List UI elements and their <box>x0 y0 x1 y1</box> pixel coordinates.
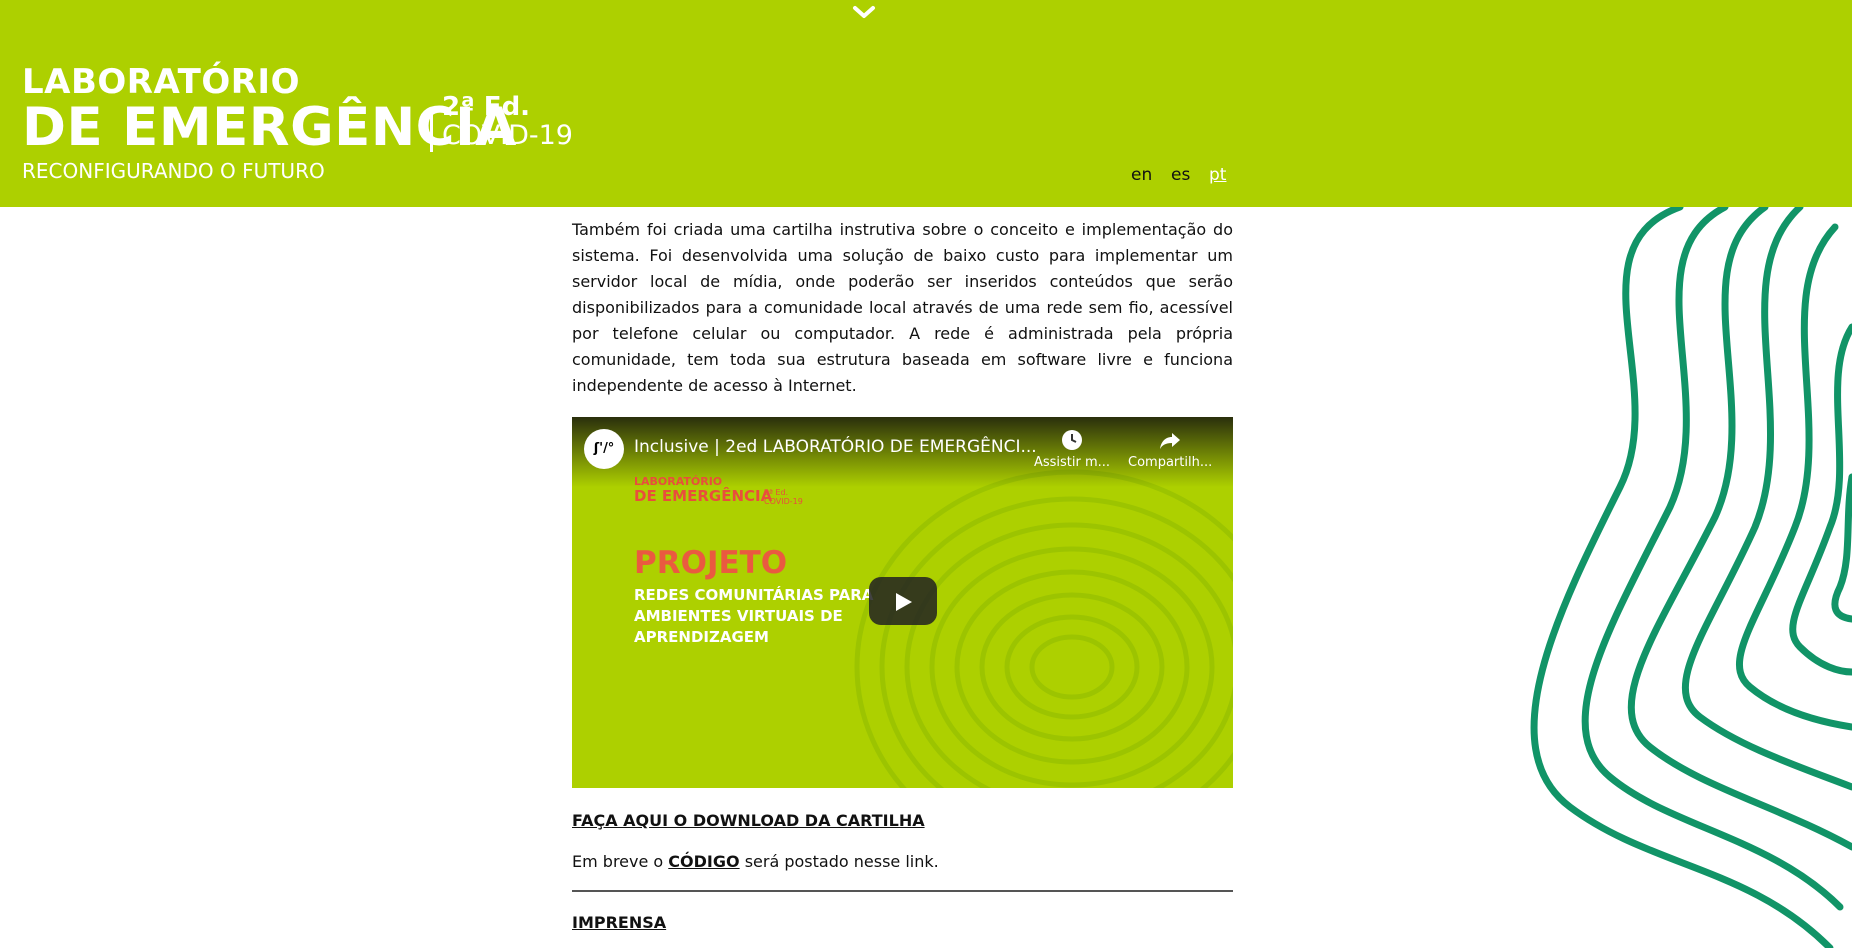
site-logo[interactable]: LABORATÓRIO DE EMERGÊNCIA 2ª Ed. COVID-1… <box>22 62 582 192</box>
play-icon <box>896 593 912 611</box>
video-title[interactable]: Inclusive | 2ed LABORATÓRIO DE EMERGÊNCI… <box>634 437 1037 457</box>
lang-en-link[interactable]: en <box>1131 165 1152 185</box>
thumb-line-2: AMBIENTES VIRTUAIS DE <box>634 607 843 625</box>
video-embed[interactable]: ʃ'/° Inclusive | 2ed LABORATÓRIO DE EMER… <box>572 417 1233 788</box>
code-suffix-text: será postado nesse link. <box>744 852 939 871</box>
play-button[interactable] <box>869 577 937 625</box>
lang-es-link[interactable]: es <box>1171 165 1190 185</box>
thumb-line-1: REDES COMUNITÁRIAS PARA <box>634 586 874 604</box>
clock-icon <box>1062 430 1082 450</box>
thumb-line-3: APRENDIZAGEM <box>634 628 769 646</box>
logo-edition: 2ª Ed. <box>442 92 531 122</box>
thumb-logo-edition: 2ª Ed. COVID-19 <box>764 488 803 506</box>
thumb-logo-line2: DE EMERGÊNCIA <box>634 487 773 505</box>
decorative-waves <box>1530 207 1852 948</box>
logo-tagline: RECONFIGURANDO O FUTURO <box>22 159 325 183</box>
watch-later-button[interactable]: Assistir m... <box>1030 429 1114 470</box>
lang-pt-link[interactable]: pt <box>1209 165 1226 185</box>
code-paragraph: Em breve o CÓDIGO será postado nesse lin… <box>572 851 1233 873</box>
watch-later-label: Assistir m... <box>1033 455 1111 470</box>
logo-line1: LABORATÓRIO <box>22 62 300 102</box>
download-cartilha-link[interactable]: FAÇA AQUI O DOWNLOAD DA CARTILHA <box>572 811 925 830</box>
thumb-heading: PROJETO <box>634 545 788 581</box>
logo-subtitle: COVID-19 <box>442 120 573 151</box>
press-paragraph: IMPRENSA <box>572 912 1233 934</box>
share-button[interactable]: Compartilh... <box>1128 429 1212 470</box>
article-paragraph: Também foi criada uma cartilha instrutiv… <box>572 220 1233 395</box>
press-link[interactable]: IMPRENSA <box>572 913 666 932</box>
site-header: LABORATÓRIO DE EMERGÊNCIA 2ª Ed. COVID-1… <box>0 0 1852 207</box>
share-icon <box>1160 433 1180 449</box>
chevron-down-icon[interactable] <box>852 3 876 23</box>
thumb-logo-subtitle: COVID-19 <box>764 497 803 506</box>
section-divider <box>572 890 1233 892</box>
code-prefix-text: Em breve o <box>572 852 664 871</box>
share-label: Compartilh... <box>1128 455 1213 470</box>
channel-avatar[interactable]: ʃ'/° <box>584 429 624 469</box>
code-link[interactable]: CÓDIGO <box>668 852 739 871</box>
download-paragraph: FAÇA AQUI O DOWNLOAD DA CARTILHA <box>572 810 1233 832</box>
article-content: Também foi criada uma cartilha instrutiv… <box>572 207 1233 934</box>
thumb-logo-edition-text: 2ª Ed. <box>764 488 789 497</box>
logo-divider <box>430 110 433 152</box>
